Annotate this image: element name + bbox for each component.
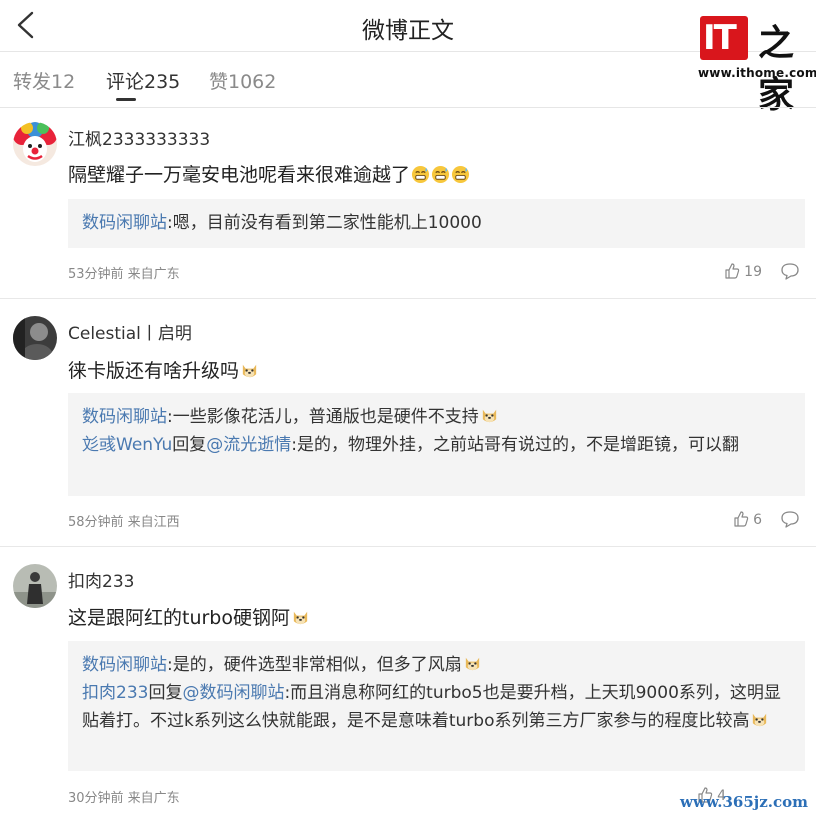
sweat-smile-emoji-icon xyxy=(431,165,450,184)
reply-author[interactable]: 扣肉233 xyxy=(82,683,148,703)
reply-author[interactable]: 数码闲聊站 xyxy=(82,655,167,675)
comment-bubble-icon[interactable] xyxy=(780,262,800,280)
reply-line: 数码闲聊站:嗯，目前没有看到第二家性能机上10000 xyxy=(82,209,791,237)
like-count: 19 xyxy=(744,264,762,280)
sweat-smile-emoji-icon xyxy=(411,165,430,184)
top-bar: 微博正文 xyxy=(0,0,816,52)
comment-meta: 53分钟前 来自广东 xyxy=(68,267,180,282)
reply-text: :是的，硬件选型非常相似，但多了风扇 xyxy=(167,655,462,675)
page-title: 微博正文 xyxy=(362,18,454,44)
reply-text: :是的，物理外挂，之前站哥有说过的，不是增距镜，可以翻 xyxy=(291,435,739,455)
comment-text-content: 徕卡版还有啥升级吗 xyxy=(68,360,240,382)
avatar-clown[interactable] xyxy=(13,122,57,166)
comment-username[interactable]: 江枫2333333333 xyxy=(68,125,210,150)
doge-emoji-icon xyxy=(242,364,257,378)
thumb-up-icon xyxy=(725,263,739,279)
doge-emoji-icon xyxy=(293,611,308,625)
comment-text: 徕卡版还有啥升级吗 xyxy=(68,356,259,383)
doge-emoji-icon xyxy=(465,657,479,671)
divider xyxy=(0,546,816,547)
reply-text: :一些影像花活儿，普通版也是硬件不支持 xyxy=(167,407,479,427)
tab-bar: 转发12 评论235 赞1062 xyxy=(0,53,816,108)
reply-line: 彣彧WenYu回复@流光逝情:是的，物理外挂，之前站哥有说过的，不是增距镜，可以… xyxy=(82,431,791,459)
reply-line: 扣肉233回复@数码闲聊站:而且消息称阿红的turbo5也是要升档，上天玑900… xyxy=(82,679,791,735)
reply-text: :嗯，目前没有看到第二家性能机上10000 xyxy=(167,213,482,233)
active-tab-indicator xyxy=(116,98,136,101)
comment-text-content: 隔壁耀子一万毫安电池呢看来很难逾越了 xyxy=(68,164,411,186)
reply-box[interactable]: 数码闲聊站:嗯，目前没有看到第二家性能机上10000 xyxy=(68,199,805,248)
like-count: 6 xyxy=(753,512,762,528)
doge-emoji-icon xyxy=(753,713,767,727)
reply-box[interactable]: 数码闲聊站:是的，硬件选型非常相似，但多了风扇 扣肉233回复@数码闲聊站:而且… xyxy=(68,641,805,771)
reply-target-mention[interactable]: @流光逝情 xyxy=(206,435,291,455)
comment-meta: 30分钟前 来自广东 xyxy=(68,791,180,806)
reply-word: 回复 xyxy=(172,435,207,455)
reply-author[interactable]: 数码闲聊站 xyxy=(82,213,167,233)
avatar-outdoor-figure[interactable] xyxy=(13,564,57,608)
comment-text: 隔壁耀子一万毫安电池呢看来很难逾越了 xyxy=(68,160,470,187)
comment-username[interactable]: Celestial丨启明 xyxy=(68,319,192,344)
logo-it-text: IT xyxy=(703,18,737,58)
comment-text-content: 这是跟阿红的turbo硬钢阿 xyxy=(68,607,290,629)
reply-target-mention[interactable]: @数码闲聊站 xyxy=(182,683,284,703)
reply-box[interactable]: 数码闲聊站:一些影像花活儿，普通版也是硬件不支持 彣彧WenYu回复@流光逝情:… xyxy=(68,393,805,496)
comment-username[interactable]: 扣肉233 xyxy=(68,567,134,592)
reply-line: 数码闲聊站:是的，硬件选型非常相似，但多了风扇 xyxy=(82,651,791,679)
thumb-up-icon xyxy=(734,511,748,527)
reply-author[interactable]: 数码闲聊站 xyxy=(82,407,167,427)
reply-word: 回复 xyxy=(148,683,183,703)
reply-line: 数码闲聊站:一些影像花活儿，普通版也是硬件不支持 xyxy=(82,403,791,431)
avatar-dark-figure[interactable] xyxy=(13,316,57,360)
like-button[interactable]: 19 xyxy=(724,263,762,280)
comment-meta: 58分钟前 来自江西 xyxy=(68,515,180,530)
doge-emoji-icon xyxy=(482,409,496,423)
tab-likes[interactable]: 赞1062 xyxy=(209,67,276,94)
like-button[interactable]: 6 xyxy=(733,511,762,528)
sweat-smile-emoji-icon xyxy=(451,165,470,184)
watermark: www.365jz.com xyxy=(680,793,808,811)
tab-comments[interactable]: 评论235 xyxy=(106,67,180,94)
reply-author[interactable]: 彣彧WenYu xyxy=(82,435,172,455)
comment-bubble-icon[interactable] xyxy=(780,510,800,528)
tab-reposts[interactable]: 转发12 xyxy=(13,67,75,94)
divider xyxy=(0,298,816,299)
comment-text: 这是跟阿红的turbo硬钢阿 xyxy=(68,603,310,630)
